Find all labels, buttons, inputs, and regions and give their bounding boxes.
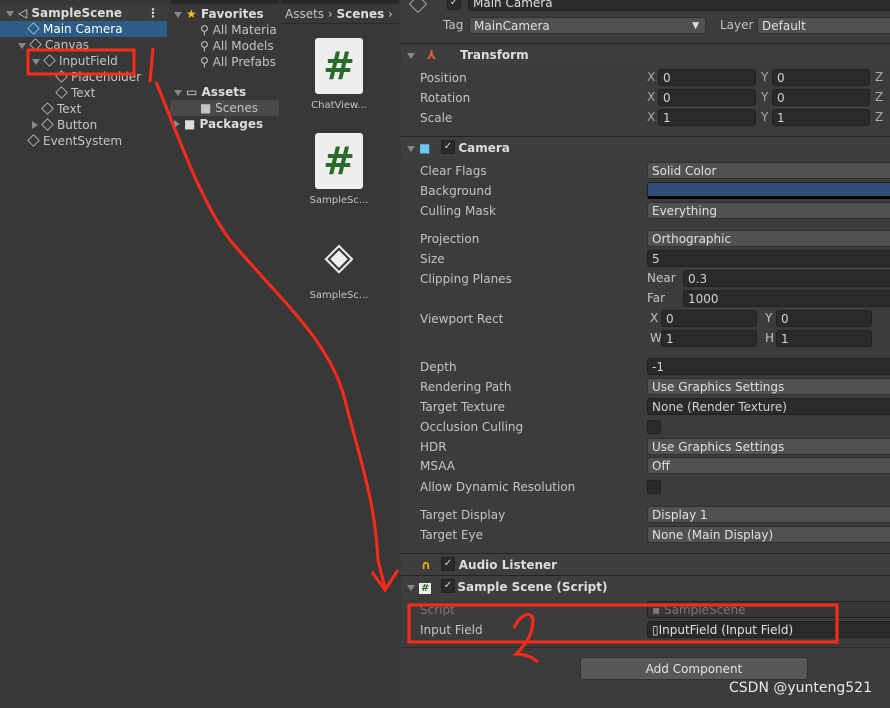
red-annotations <box>26 47 839 664</box>
annotation-box-fields <box>407 603 839 644</box>
annotation-number-2 <box>512 612 539 664</box>
annotation-box-inputfield <box>26 48 136 76</box>
annotation-arrow <box>148 47 400 593</box>
